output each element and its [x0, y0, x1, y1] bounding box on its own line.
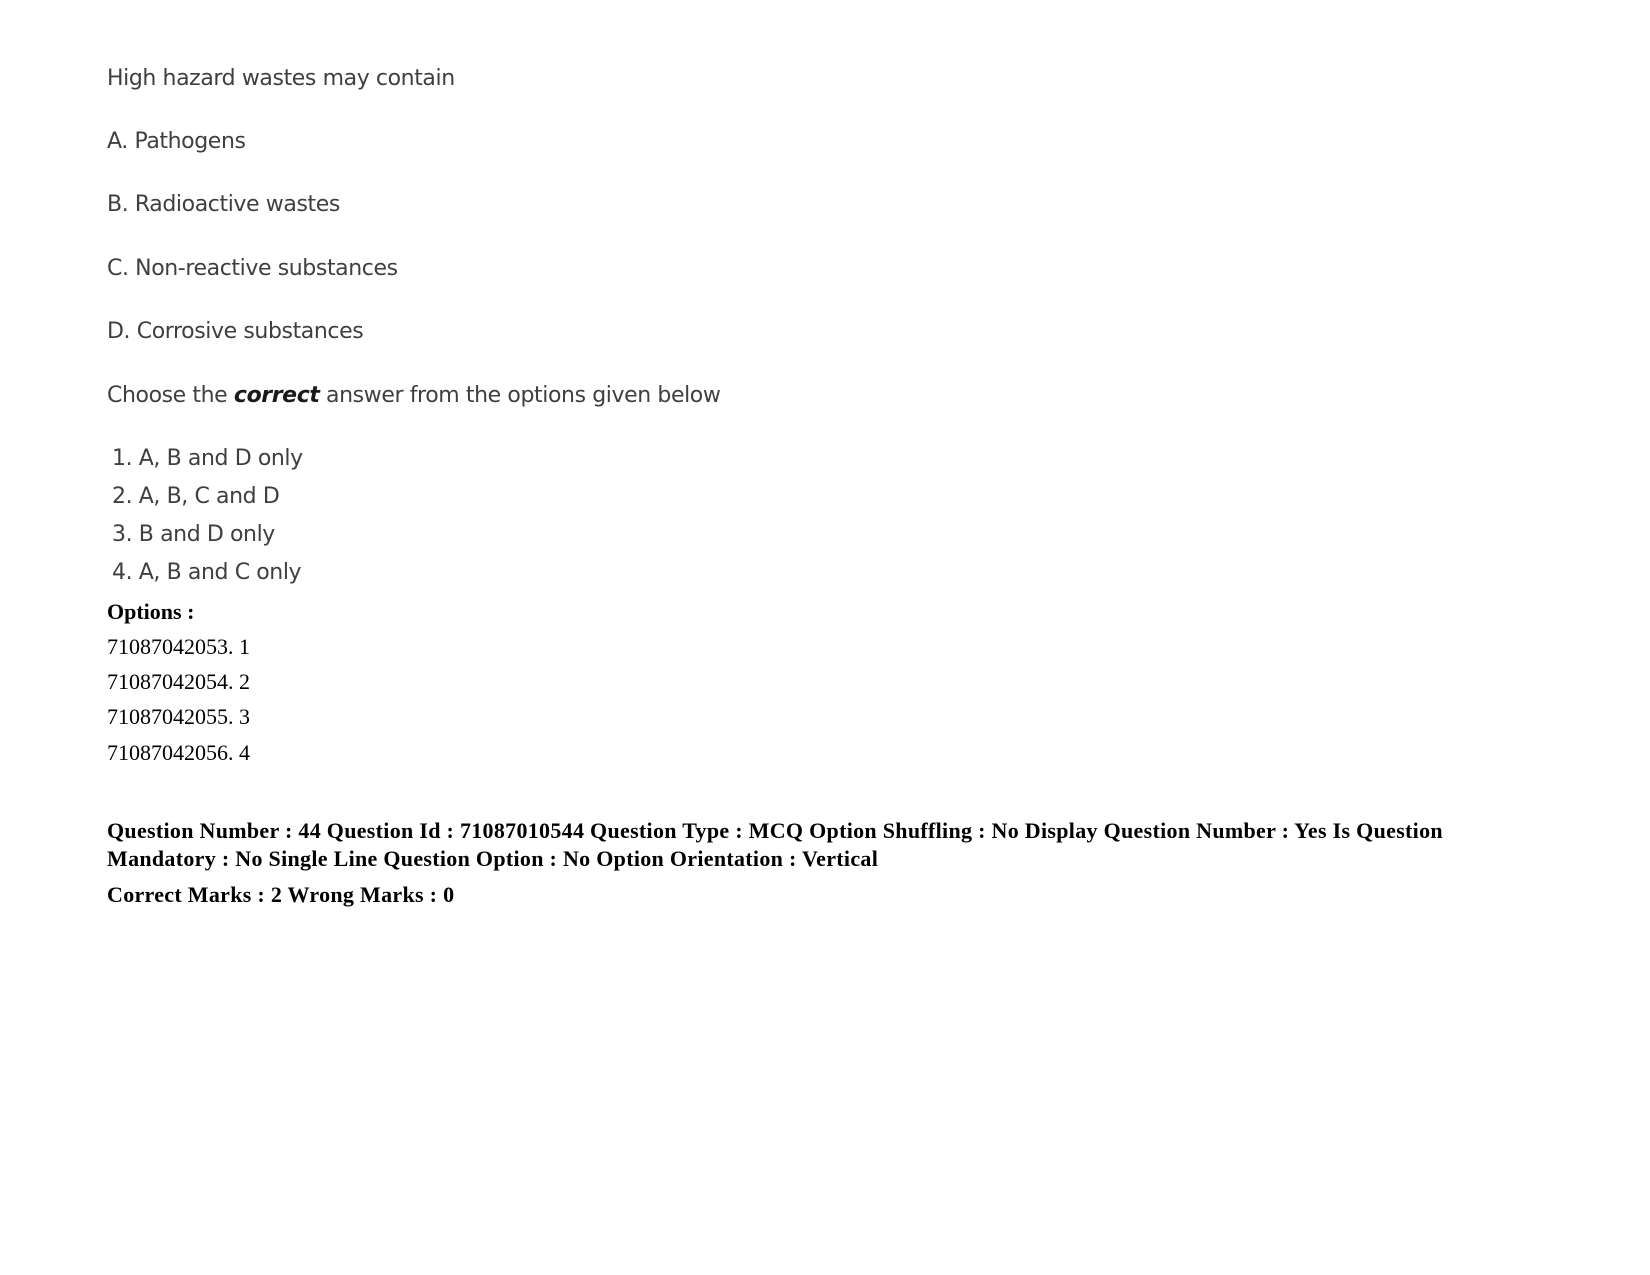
instruction-emphasis: correct: [233, 383, 320, 408]
option-item: 71087042054. 2: [107, 669, 250, 694]
question-marks: Correct Marks : 2 Wrong Marks : 0: [107, 882, 455, 907]
answer-choice: 4. A, B and C only: [112, 560, 302, 585]
options-label: Options :: [107, 599, 195, 624]
answer-choice: 1. A, B and D only: [112, 446, 303, 471]
option-item: 71087042056. 4: [107, 740, 250, 765]
statement-a: A. Pathogens: [107, 129, 246, 154]
statement-d: D. Corrosive substances: [107, 319, 364, 344]
answer-choice: 2. A, B, C and D: [112, 484, 280, 509]
instruction-text: Choose the correct answer from the optio…: [107, 383, 721, 408]
question-details: Question Number : 44 Question Id : 71087…: [107, 818, 1443, 871]
instruction-prefix: Choose the: [107, 383, 234, 408]
option-item: 71087042055. 3: [107, 704, 250, 729]
instruction-suffix: answer from the options given below: [319, 383, 721, 408]
option-item: 71087042053. 1: [107, 634, 250, 659]
statement-b: B. Radioactive wastes: [107, 192, 340, 217]
answer-choice: 3. B and D only: [112, 522, 275, 547]
statement-c: C. Non-reactive substances: [107, 256, 398, 281]
question-title: High hazard wastes may contain: [107, 66, 455, 91]
